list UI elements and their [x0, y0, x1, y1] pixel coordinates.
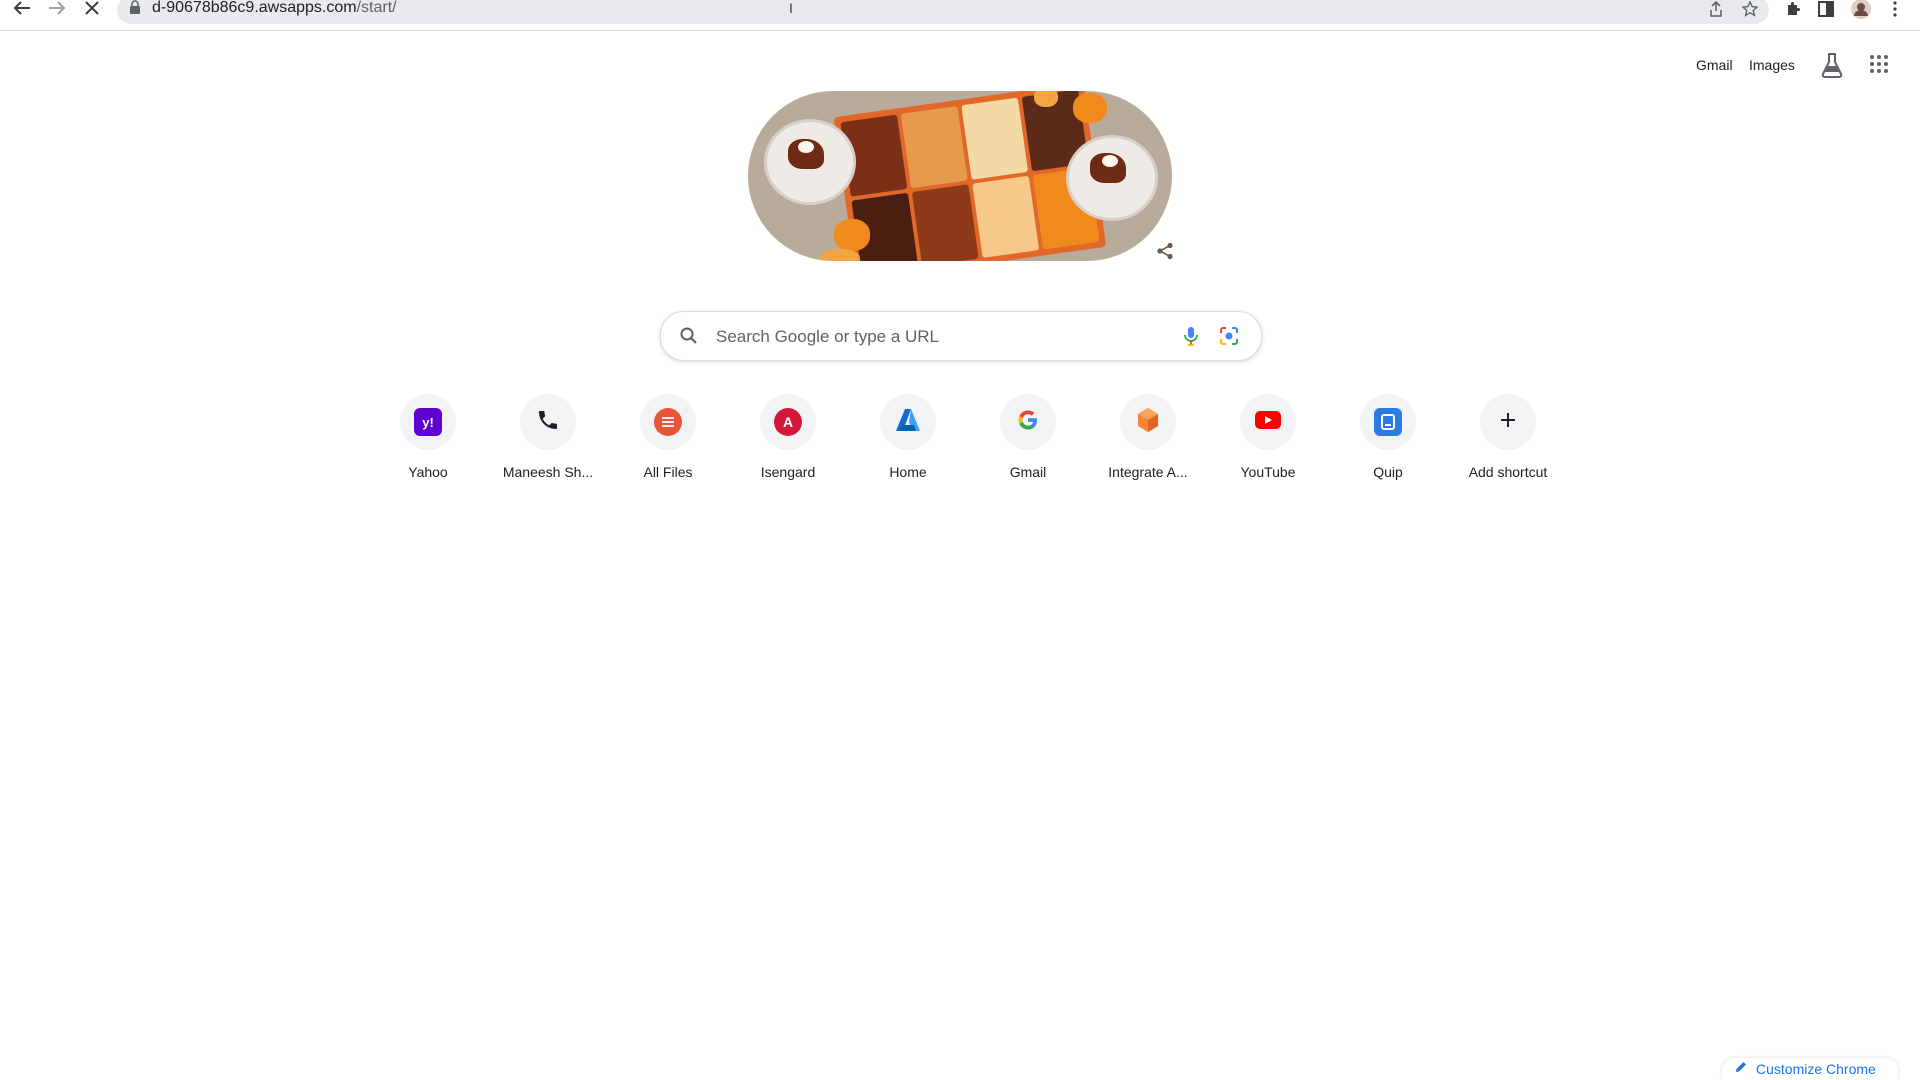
phone-icon [536, 408, 560, 437]
url-text[interactable]: d-90678b86c9.awsapps.com/start/ [152, 0, 397, 16]
shortcut-tile[interactable]: Integrate A... [1092, 390, 1204, 502]
shortcut-label: Add shortcut [1468, 464, 1548, 480]
search-icon [679, 326, 699, 346]
shortcuts-grid: y! Yahoo Maneesh Sh... All Files A Iseng… [372, 390, 1548, 502]
labs-flask-icon[interactable] [1820, 52, 1844, 78]
shortcut-icon-container [1360, 394, 1416, 450]
shortcut-label: Integrate A... [1108, 464, 1188, 480]
shortcut-label: YouTube [1240, 464, 1296, 480]
shortcut-icon-container [1120, 394, 1176, 450]
gmail-link[interactable]: Gmail [1696, 57, 1733, 73]
text-cursor-icon: I [789, 0, 793, 16]
shortcut-icon-container [1240, 394, 1296, 450]
url-path: /start/ [356, 0, 397, 16]
doodle-pumpkin [1034, 91, 1058, 107]
shortcut-label: Yahoo [408, 464, 448, 480]
add-shortcut-tile[interactable]: Add shortcut [1452, 390, 1564, 502]
isengard-icon: A [774, 408, 802, 436]
shortcut-tile[interactable]: Maneesh Sh... [492, 390, 604, 502]
shortcut-tile[interactable]: Home [852, 390, 964, 502]
bookmark-star-icon[interactable] [1739, 0, 1761, 18]
quip-icon [1374, 408, 1402, 436]
profile-avatar-icon[interactable] [1850, 0, 1872, 19]
customize-chrome-label: Customize Chrome [1756, 1061, 1876, 1077]
search-input[interactable] [714, 312, 1158, 362]
google-doodle[interactable] [748, 91, 1172, 261]
doodle-pumpkin [834, 219, 870, 251]
shortcut-icon-container [1480, 394, 1536, 450]
extensions-puzzle-icon[interactable] [1782, 0, 1804, 18]
images-link[interactable]: Images [1749, 57, 1795, 73]
doodle-cream-right [1102, 155, 1118, 167]
lock-icon[interactable] [128, 0, 144, 16]
shortcut-tile[interactable]: Gmail [972, 390, 1084, 502]
search-box[interactable] [660, 311, 1262, 362]
google-lens-icon[interactable] [1217, 324, 1241, 348]
shortcut-label: Gmail [1009, 464, 1047, 480]
shortcut-label: All Files [643, 464, 693, 480]
share-icon[interactable] [1705, 0, 1727, 18]
more-menu-icon[interactable] [1884, 0, 1906, 18]
shortcut-label: Maneesh Sh... [502, 464, 594, 480]
doodle-cream-left [798, 141, 814, 153]
microphone-icon[interactable] [1179, 324, 1203, 348]
shortcut-label: Quip [1373, 464, 1403, 480]
doodle-share-icon[interactable] [1156, 242, 1176, 262]
shortcut-icon-container [520, 394, 576, 450]
youtube-icon [1255, 410, 1281, 434]
shortcut-tile[interactable]: A Isengard [732, 390, 844, 502]
shortcut-icon-container: y! [400, 394, 456, 450]
shortcut-tile[interactable]: Quip [1332, 390, 1444, 502]
back-arrow-icon[interactable] [8, 0, 36, 16]
shortcut-icon-container [640, 394, 696, 450]
shortcut-label: Isengard [760, 464, 816, 480]
pencil-icon [1734, 1060, 1748, 1079]
shortcut-tile[interactable]: y! Yahoo [372, 390, 484, 502]
plus-icon [1499, 411, 1517, 434]
shortcut-icon-container [1000, 394, 1056, 450]
shortcut-label: Home [889, 464, 927, 480]
stop-loading-icon[interactable] [78, 0, 106, 16]
google-g-icon [1017, 409, 1039, 436]
all-files-icon [654, 408, 682, 436]
url-host: d-90678b86c9.awsapps.com [152, 0, 357, 16]
forward-arrow-icon[interactable] [43, 0, 71, 16]
shortcut-tile[interactable]: YouTube [1212, 390, 1324, 502]
integrate-cube-icon [1136, 407, 1160, 438]
browser-toolbar: d-90678b86c9.awsapps.com/start/ I [0, 0, 1920, 31]
yahoo-icon: y! [414, 408, 442, 436]
shortcut-tile[interactable]: All Files [612, 390, 724, 502]
side-panel-icon[interactable] [1815, 0, 1837, 18]
shortcut-icon-container: A [760, 394, 816, 450]
shortcut-icon-container [880, 394, 936, 450]
doodle-pumpkin [820, 249, 860, 261]
google-apps-grid-icon[interactable] [1870, 55, 1888, 73]
customize-chrome-button[interactable]: Customize Chrome [1722, 1058, 1898, 1080]
doodle-pumpkin [1073, 93, 1107, 123]
azure-icon [895, 408, 921, 437]
